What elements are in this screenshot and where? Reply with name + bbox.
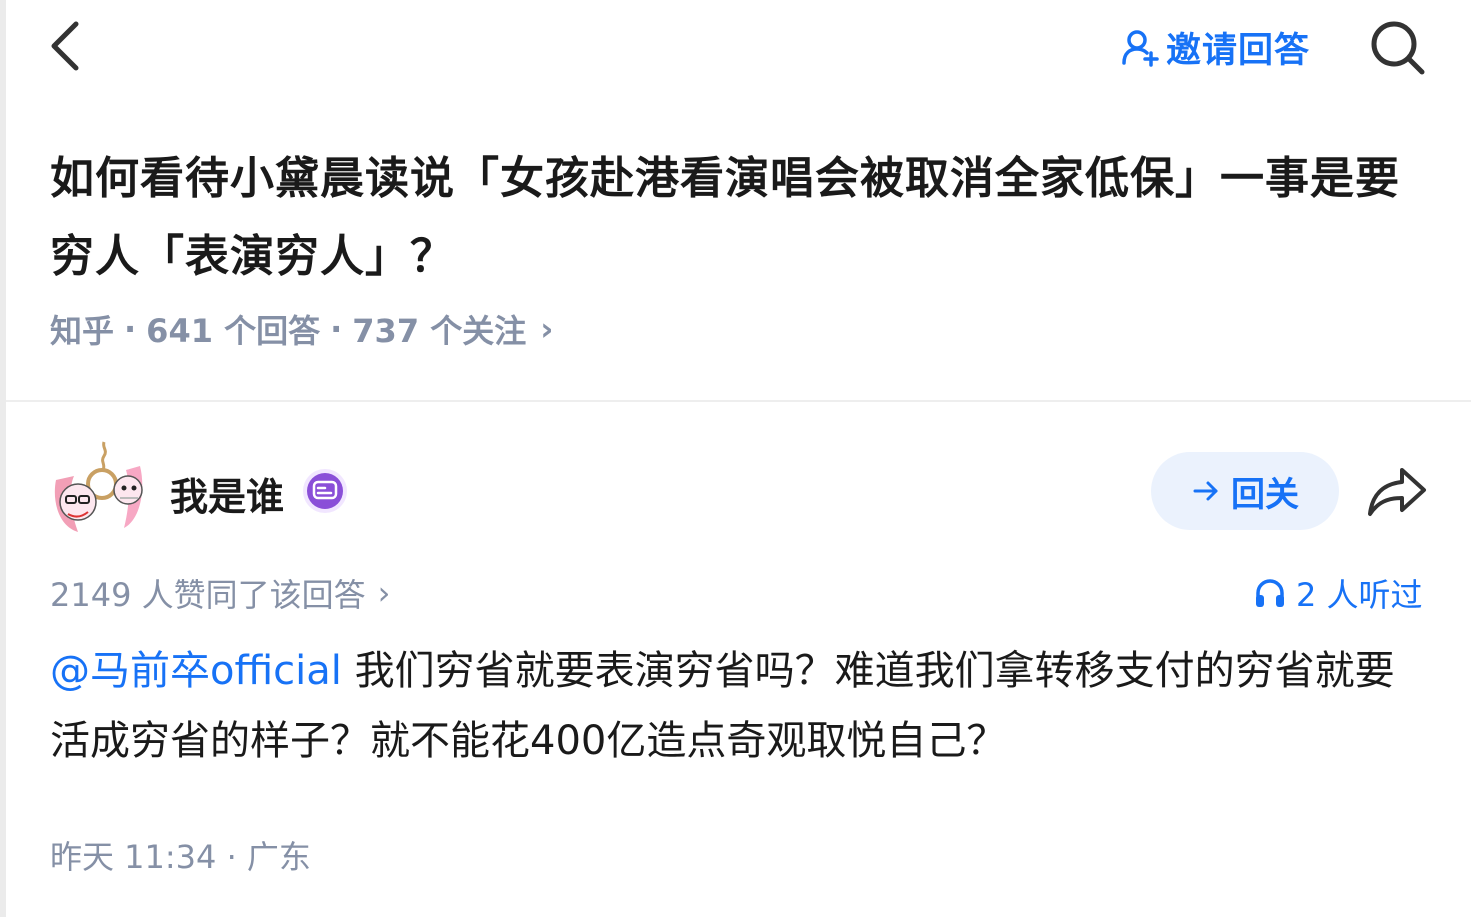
time-separator: ·	[226, 838, 237, 876]
back-arrow-icon	[51, 21, 79, 71]
follow-back-label: 回关	[1231, 474, 1299, 515]
share-button[interactable]	[1366, 464, 1428, 520]
section-divider	[6, 400, 1471, 402]
answer-body[interactable]: @马前卒official 我们穷省就要表演穷省吗？难道我们拿转移支付的穷省就要活…	[50, 636, 1430, 776]
invite-answer-label: 邀请回答	[1166, 30, 1311, 71]
search-icon	[1371, 21, 1425, 75]
top-bar: 邀请回答	[0, 0, 1471, 100]
answer-location: 广东	[246, 838, 311, 876]
answer-time: 昨天 11:34	[50, 838, 217, 876]
avatar-image	[54, 441, 143, 532]
answer-timestamp: 昨天 11:34 · 广东	[50, 832, 311, 878]
mention-link[interactable]: @马前卒official	[50, 648, 342, 694]
followers-count: 737 个关注	[352, 312, 527, 350]
chevron-right-icon: ›	[540, 310, 554, 348]
author-name[interactable]: 我是谁	[170, 466, 284, 521]
listen-count: 2 人听过	[1296, 576, 1423, 614]
search-button[interactable]	[1366, 16, 1428, 78]
meta-separator: ·	[124, 310, 137, 348]
headphones-icon	[1256, 579, 1284, 607]
answers-count: 641 个回答	[146, 312, 321, 350]
author-avatar[interactable]	[48, 440, 148, 540]
question-title[interactable]: 如何看待小黛晨读说「女孩赴港看演唱会被取消全家低保」一事是要穷人「表演穷人」？	[50, 140, 1435, 296]
follow-back-button[interactable]: 回关	[1151, 452, 1339, 530]
invite-answer-button[interactable]: 邀请回答	[1120, 22, 1310, 72]
back-button[interactable]	[40, 16, 96, 76]
left-edge-divider	[0, 0, 6, 917]
meta-separator: ·	[330, 310, 343, 348]
arrow-right-icon	[1193, 481, 1218, 501]
question-meta[interactable]: 知乎 · 641 个回答 · 737 个关注 ›	[50, 306, 553, 352]
share-arrow-icon	[1368, 468, 1426, 516]
message-badge-icon	[303, 469, 347, 513]
author-badge	[302, 468, 348, 514]
question-source: 知乎	[50, 312, 115, 350]
invite-user-icon	[1122, 30, 1159, 67]
chevron-right-icon: ›	[377, 574, 391, 612]
upvote-count: 2149 人赞同了该回答	[50, 576, 366, 614]
upvote-info[interactable]: 2149 人赞同了该回答 ›	[50, 570, 390, 616]
listen-info[interactable]: 2 人听过	[1254, 570, 1423, 616]
